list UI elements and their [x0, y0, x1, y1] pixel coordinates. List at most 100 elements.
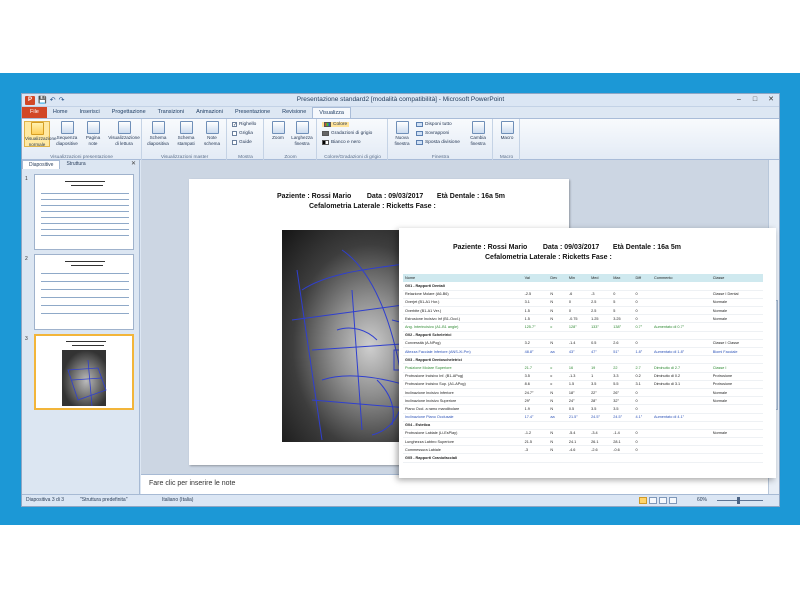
table-row: Posizione Molare Superiore 21.7 c 16 19 22 2.7…	[403, 363, 763, 373]
table-cell: 0	[633, 404, 652, 414]
section-title: G03 - Rapporti Dentoscheletrici	[403, 355, 763, 365]
notes-page-button[interactable]: Pagina note	[82, 121, 104, 146]
table-row: Piano Occl. a ramo mandibolare 1.9 N 0.5 3.5…	[403, 404, 763, 414]
tab-view[interactable]: Visualizza	[312, 107, 351, 118]
slide-master-button[interactable]: Schema diapositiva	[145, 121, 171, 146]
maximize-button[interactable]: □	[749, 95, 761, 105]
dental-age: Età Dentale : 16a 5m	[612, 244, 682, 251]
tab-slides[interactable]: Diapositive	[22, 160, 61, 169]
column-header: Classe	[710, 274, 763, 282]
overlay-subtitle: Cefalometria Laterale : Ricketts Fase :	[485, 254, 612, 261]
cascade-button[interactable]: Sovrapponi	[416, 131, 449, 136]
table-cell: 3.25	[611, 314, 634, 324]
notes-placeholder: Fare clic per inserire le note	[149, 480, 236, 487]
column-header: Val	[522, 274, 549, 282]
window-title: Presentazione standard2 [modalità compat…	[296, 96, 505, 103]
macro-button[interactable]: Macro	[495, 121, 519, 141]
table-cell: 1	[589, 372, 612, 381]
close-panel-icon[interactable]: ✕	[131, 160, 136, 167]
table-cell: -6	[566, 290, 590, 299]
table-cell: 22°	[589, 388, 612, 398]
handout-master-button[interactable]: Schema stampati	[173, 121, 199, 146]
table-cell: 2.6	[611, 339, 634, 349]
move-split-button[interactable]: Sposta divisione	[416, 140, 460, 145]
thumb-trace-lines	[67, 359, 107, 407]
minimize-button[interactable]: –	[733, 95, 745, 105]
slideshow-icon[interactable]	[669, 497, 677, 504]
grayscale-button[interactable]: Gradazioni di grigio	[322, 131, 372, 136]
fit-to-window-button[interactable]: Larghezza finestra	[289, 121, 315, 146]
tab-file[interactable]: File	[22, 107, 47, 118]
section-title: G05 - Rapporti Craniofacciali	[403, 453, 763, 463]
table-cell: 3.5	[589, 404, 612, 414]
thumb-line	[41, 211, 129, 212]
table-cell	[710, 413, 763, 422]
tab-home[interactable]: Home	[47, 107, 74, 118]
thumb-line	[41, 223, 129, 224]
table-cell: Piano Occl. a ramo mandibolare	[403, 404, 523, 414]
table-cell: Normale	[710, 396, 763, 406]
slide-sorter-icon[interactable]	[649, 497, 657, 504]
zoom-button[interactable]: Zoom	[267, 121, 289, 141]
table-cell: 3.2	[522, 339, 549, 349]
table-cell: Aumentato di 1.8°	[651, 347, 711, 357]
table-cell: Inclinazione Incisivo Inferiore	[403, 388, 523, 398]
table-cell: -1.4	[566, 339, 590, 349]
slide-thumbnail-3[interactable]	[34, 334, 134, 410]
arrange-all-button[interactable]: Disponi tutto	[416, 122, 452, 127]
close-button[interactable]: ✕	[765, 95, 777, 105]
theme-name[interactable]: "Struttura predefinita"	[80, 497, 127, 503]
arrange-all-icon	[416, 122, 423, 127]
table-cell: 0	[611, 290, 634, 299]
zoom-slider-handle[interactable]	[737, 497, 740, 504]
thumbnail-number: 1	[25, 176, 28, 182]
overlay-header-line-1: Paziente : Rossi Mario Data : 09/03/2017…	[453, 244, 681, 251]
switch-windows-button[interactable]: Cambia finestra	[465, 121, 491, 146]
normal-view-icon[interactable]	[639, 497, 647, 504]
slide-thumbnail-2[interactable]	[34, 254, 134, 330]
table-cell: 29°	[522, 396, 549, 406]
slide-sorter-button[interactable]: Sequenza diapositive	[54, 121, 80, 146]
thumb-line	[41, 235, 129, 236]
reading-view-icon	[117, 121, 131, 134]
zoom-slider[interactable]	[711, 497, 771, 504]
notes-master-button[interactable]: Note schema	[201, 121, 223, 146]
report-date: Data : 09/03/2017	[366, 193, 424, 200]
column-header: Max	[611, 274, 634, 282]
table-cell: 24.1	[566, 437, 590, 447]
language-indicator[interactable]: Italiano (Italia)	[162, 497, 193, 503]
ruler-checkbox[interactable]: Righello	[232, 122, 256, 127]
group-macro: Macro Macro	[494, 119, 520, 161]
table-cell: Diminuito di 2.7	[651, 363, 711, 373]
reading-view-button[interactable]: Visualizzazione di lettura	[108, 121, 140, 146]
tab-animations[interactable]: Animazioni	[190, 107, 229, 118]
table-cell: 1.8°	[633, 347, 652, 357]
normal-view-button[interactable]: Visualizzazione normale	[24, 121, 57, 147]
black-white-button[interactable]: Bianco e nero	[322, 140, 361, 145]
color-button[interactable]: Colore	[322, 122, 350, 127]
table-cell: Classe I Dental	[710, 290, 763, 299]
tab-outline[interactable]: Struttura	[60, 160, 91, 169]
table-cell	[651, 396, 711, 406]
table-cell: Protrusione Labiale (Li-EsPlay)	[403, 429, 523, 439]
thumb-line	[41, 229, 129, 230]
checkbox-icon	[232, 131, 237, 136]
tab-transitions[interactable]: Transizioni	[152, 107, 190, 118]
tab-design[interactable]: Progettazione	[106, 107, 152, 118]
zoom-level[interactable]: 60%	[697, 497, 707, 503]
slide-thumbnail-1[interactable]	[34, 174, 134, 250]
reading-view-icon[interactable]	[659, 497, 667, 504]
table-cell: 21.5°	[566, 413, 590, 422]
table-cell: 0	[633, 339, 652, 349]
tab-slideshow[interactable]: Presentazione	[229, 107, 276, 118]
thumb-title-line	[66, 341, 106, 342]
guides-checkbox[interactable]: Guide	[232, 140, 252, 145]
tab-review[interactable]: Revisione	[276, 107, 312, 118]
tab-insert[interactable]: Inserisci	[74, 107, 106, 118]
table-cell: N	[548, 339, 567, 349]
table-cell: Classe I	[710, 363, 763, 373]
table-cell: 3.5	[611, 404, 634, 414]
table-row: Estrusione Incisivo Inf (B1-Occl.) 1.5 N -0…	[403, 314, 763, 324]
gridlines-checkbox[interactable]: Griglia	[232, 131, 253, 136]
new-window-button[interactable]: Nuova finestra	[391, 121, 413, 146]
